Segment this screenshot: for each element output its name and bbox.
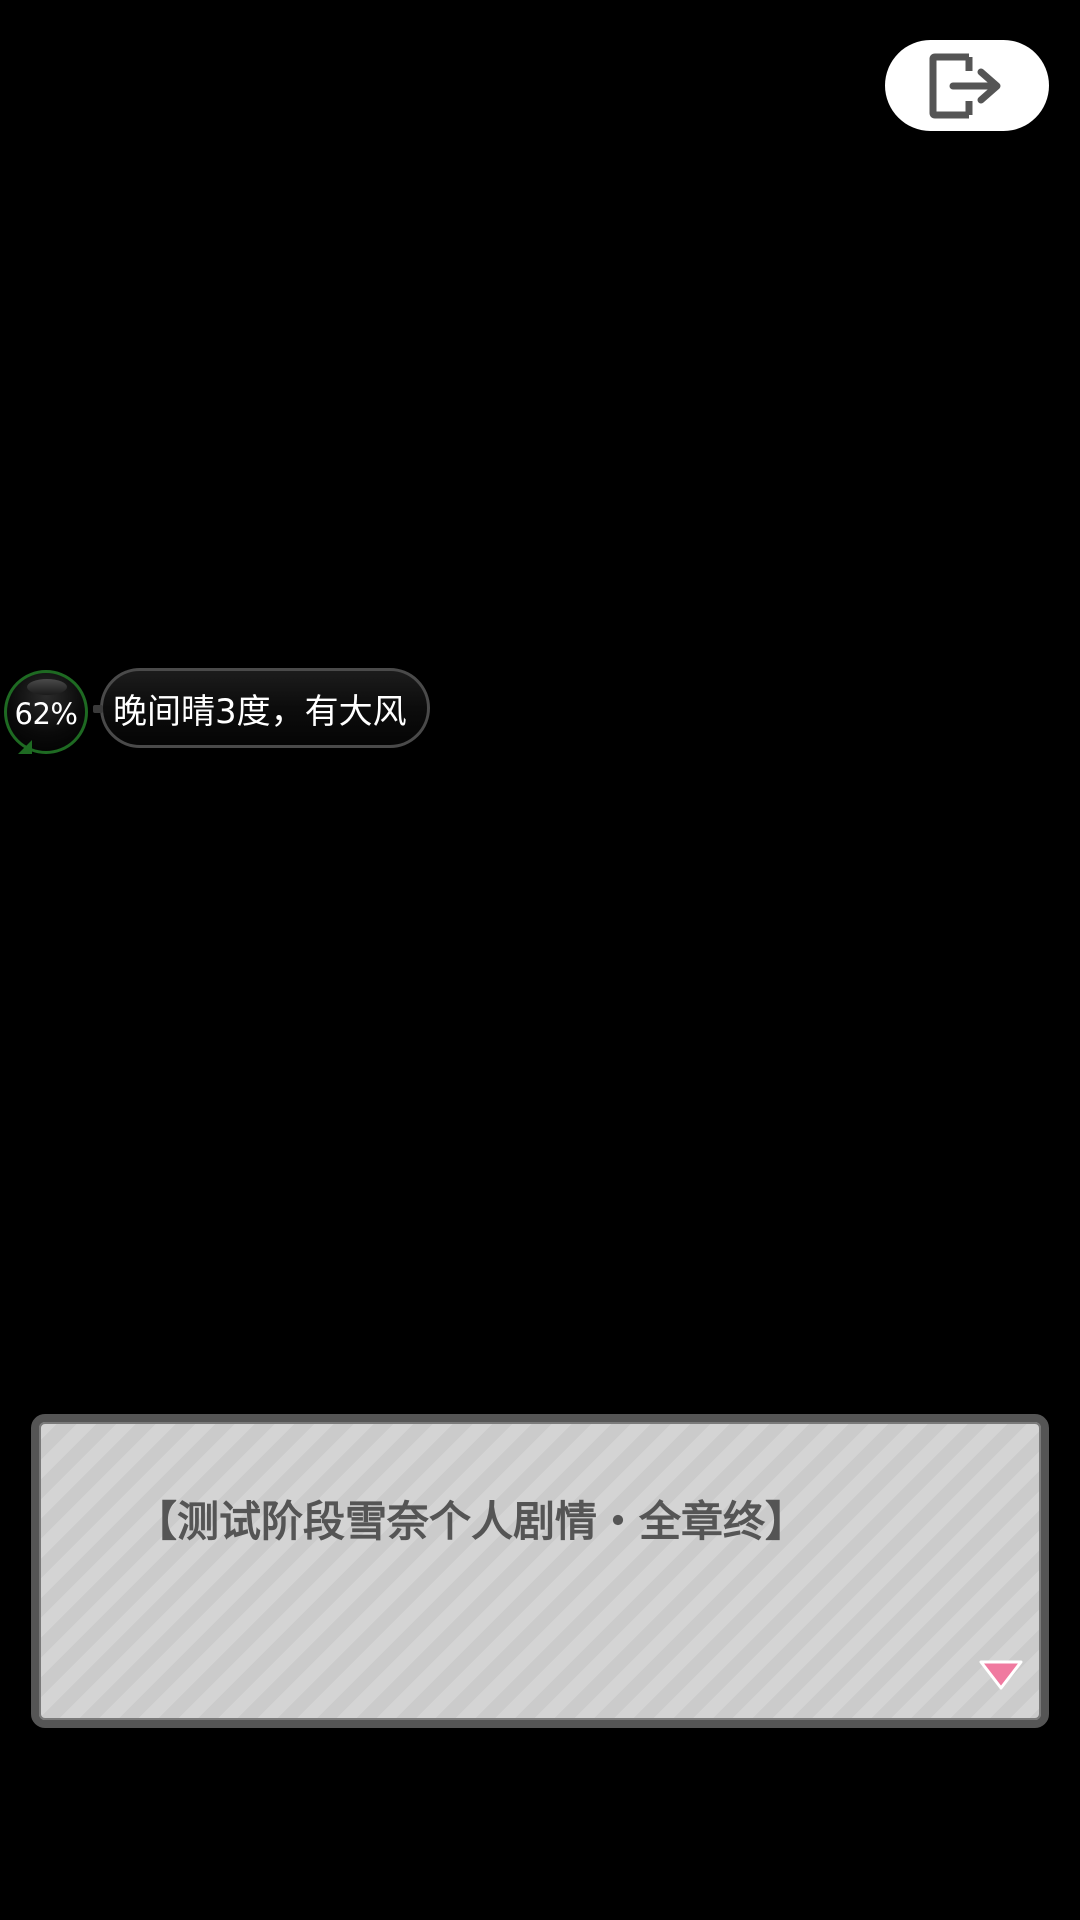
weather-percent: 62% <box>14 697 78 731</box>
game-screen[interactable]: 62% 晚间晴3度，有大风 【测试阶段雪奈个人剧情・全章终】 <box>0 0 1080 1920</box>
dialogue-box[interactable]: 【测试阶段雪奈个人剧情・全章终】 <box>31 1414 1049 1728</box>
next-triangle-icon[interactable] <box>979 1660 1023 1690</box>
weather-bubble: 晚间晴3度，有大风 <box>93 668 430 748</box>
exit-icon <box>929 53 1001 118</box>
weather-text: 晚间晴3度，有大风 <box>113 691 407 732</box>
dialogue-text: 【测试阶段雪奈个人剧情・全章终】 <box>135 1497 808 1546</box>
badge-tail <box>8 740 32 754</box>
exit-button[interactable] <box>885 40 1049 131</box>
